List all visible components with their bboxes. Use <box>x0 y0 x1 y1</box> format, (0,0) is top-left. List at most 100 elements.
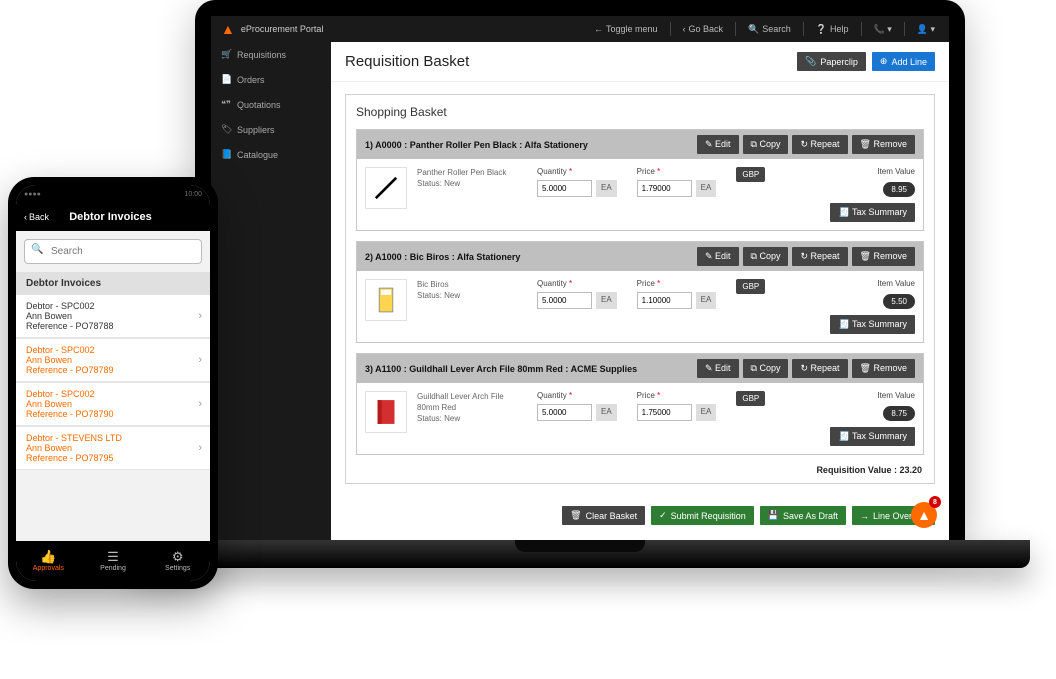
chevron-right-icon: › <box>198 442 202 454</box>
item-value: 5.50 <box>883 294 915 309</box>
edit-button[interactable]: ✎ Edit <box>697 135 739 154</box>
quantity-input[interactable] <box>537 292 592 309</box>
sidebar-item-suppliers[interactable]: 🏷Suppliers <box>211 117 331 142</box>
invoice-row[interactable]: Debtor - STEVENS LTDAnn BowenReference -… <box>16 426 210 470</box>
quantity-input[interactable] <box>537 404 592 421</box>
unit-badge: EA <box>696 180 717 197</box>
save-as-draft-button[interactable]: 💾 Save As Draft <box>760 506 846 525</box>
phone-back-button[interactable]: ‹ Back <box>24 212 49 222</box>
fab-badge: 8 <box>929 496 941 508</box>
add-line-button[interactable]: ⊕ Add Line <box>872 52 935 71</box>
item-meta: Guildhall Lever Arch File 80mm RedStatus… <box>417 391 527 446</box>
requisition-value: Requisition Value : 23.20 <box>356 465 924 475</box>
tax-summary-button[interactable]: 🧾 Tax Summary <box>830 315 915 334</box>
nav-pending[interactable]: ☰Pending <box>81 541 146 581</box>
price-label: Price * <box>637 391 717 400</box>
paperclip-button[interactable]: 📎 Paperclip <box>797 52 866 71</box>
search-button[interactable]: 🔍 Search <box>744 22 795 37</box>
price-label: Price * <box>637 279 717 288</box>
repeat-button[interactable]: ↻ Repeat <box>792 135 847 154</box>
edit-button[interactable]: ✎ Edit <box>697 247 739 266</box>
copy-button[interactable]: ⧉ Copy <box>743 247 789 266</box>
quantity-label: Quantity * <box>537 391 617 400</box>
quantity-label: Quantity * <box>537 279 617 288</box>
item-thumbnail <box>365 167 407 209</box>
currency-badge: GBP <box>736 279 765 294</box>
quote-icon: ❝❞ <box>221 99 231 110</box>
repeat-button[interactable]: ↻ Repeat <box>792 247 847 266</box>
phone-section-header: Debtor Invoices <box>16 272 210 295</box>
basket-item: 2) A1000 : Bic Biros : Alfa Stationery ✎… <box>356 241 924 343</box>
item-meta: Panther Roller Pen BlackStatus: New <box>417 167 527 222</box>
remove-button[interactable]: 🗑 Remove <box>852 359 915 378</box>
unit-badge: EA <box>696 292 717 309</box>
invoice-row[interactable]: Debtor - SPC002Ann BowenReference - PO78… <box>16 338 210 382</box>
toggle-menu-button[interactable]: ← Toggle menu <box>590 22 662 36</box>
price-label: Price * <box>637 167 717 176</box>
top-bar: ▲ eProcurement Portal ← Toggle menu ‹ Go… <box>211 16 949 42</box>
basket-item: 3) A1100 : Guildhall Lever Arch File 80m… <box>356 353 924 455</box>
clear-basket-button[interactable]: 🗑 Clear Basket <box>562 506 645 525</box>
user-menu[interactable]: 👤 ▾ <box>913 22 939 37</box>
tax-summary-button[interactable]: 🧾 Tax Summary <box>830 203 915 222</box>
chevron-right-icon: › <box>198 310 202 322</box>
nav-settings[interactable]: ⚙Settings <box>145 541 210 581</box>
copy-button[interactable]: ⧉ Copy <box>743 359 789 378</box>
item-value-label: Item Value <box>877 391 915 400</box>
item-meta: Bic BirosStatus: New <box>417 279 527 334</box>
item-value-label: Item Value <box>877 279 915 288</box>
remove-button[interactable]: 🗑 Remove <box>852 135 915 154</box>
edit-button[interactable]: ✎ Edit <box>697 359 739 378</box>
copy-button[interactable]: ⧉ Copy <box>743 135 789 154</box>
item-title: 1) A0000 : Panther Roller Pen Black : Al… <box>365 140 588 150</box>
currency-badge: GBP <box>736 167 765 182</box>
sidebar-item-requisitions[interactable]: 🛒Requisitions <box>211 42 331 67</box>
item-thumbnail <box>365 279 407 321</box>
list-icon: ☰ <box>107 550 119 563</box>
price-input[interactable] <box>637 180 692 197</box>
sidebar-item-catalogue[interactable]: 📘Catalogue <box>211 142 331 167</box>
unit-badge: EA <box>596 180 617 197</box>
logo-icon: ▲ <box>221 21 235 37</box>
page-title: Requisition Basket <box>345 53 469 70</box>
phone-menu[interactable]: 📞 ▾ <box>870 22 896 37</box>
help-button[interactable]: ❔ Help <box>812 22 853 37</box>
sidebar-item-quotations[interactable]: ❝❞Quotations <box>211 92 331 117</box>
gear-icon: ⚙ <box>172 550 184 563</box>
item-title: 3) A1100 : Guildhall Lever Arch File 80m… <box>365 364 637 374</box>
currency-badge: GBP <box>736 391 765 406</box>
unit-badge: EA <box>596 404 617 421</box>
basket-heading: Shopping Basket <box>356 105 924 119</box>
document-icon: 📄 <box>221 74 231 85</box>
thumbs-up-icon: 👍 <box>40 550 56 563</box>
fab-button[interactable]: ▲8 <box>911 502 937 528</box>
chevron-right-icon: › <box>198 398 202 410</box>
item-value-label: Item Value <box>877 167 915 176</box>
item-value: 8.95 <box>883 182 915 197</box>
phone-search-input[interactable] <box>24 239 202 264</box>
quantity-input[interactable] <box>537 180 592 197</box>
go-back-button[interactable]: ‹ Go Back <box>679 22 728 36</box>
chevron-right-icon: › <box>198 354 202 366</box>
price-input[interactable] <box>637 404 692 421</box>
sidebar: 🛒Requisitions 📄Orders ❝❞Quotations 🏷Supp… <box>211 42 331 540</box>
submit-requisition-button[interactable]: ✓ Submit Requisition <box>651 506 754 525</box>
invoice-row[interactable]: Debtor - SPC002Ann BowenReference - PO78… <box>16 382 210 426</box>
item-title: 2) A1000 : Bic Biros : Alfa Stationery <box>365 252 520 262</box>
basket-item: 1) A0000 : Panther Roller Pen Black : Al… <box>356 129 924 231</box>
repeat-button[interactable]: ↻ Repeat <box>792 359 847 378</box>
tax-summary-button[interactable]: 🧾 Tax Summary <box>830 427 915 446</box>
nav-approvals[interactable]: 👍Approvals <box>16 541 81 581</box>
tag-icon: 🏷 <box>221 124 231 135</box>
item-value: 8.75 <box>883 406 915 421</box>
remove-button[interactable]: 🗑 Remove <box>852 247 915 266</box>
invoice-row[interactable]: Debtor - SPC002Ann BowenReference - PO78… <box>16 295 210 338</box>
sidebar-item-orders[interactable]: 📄Orders <box>211 67 331 92</box>
cart-icon: 🛒 <box>221 49 231 60</box>
phone-title: Debtor Invoices <box>69 211 152 223</box>
price-input[interactable] <box>637 292 692 309</box>
book-icon: 📘 <box>221 149 231 160</box>
quantity-label: Quantity * <box>537 167 617 176</box>
app-name: eProcurement Portal <box>241 24 324 34</box>
unit-badge: EA <box>696 404 717 421</box>
